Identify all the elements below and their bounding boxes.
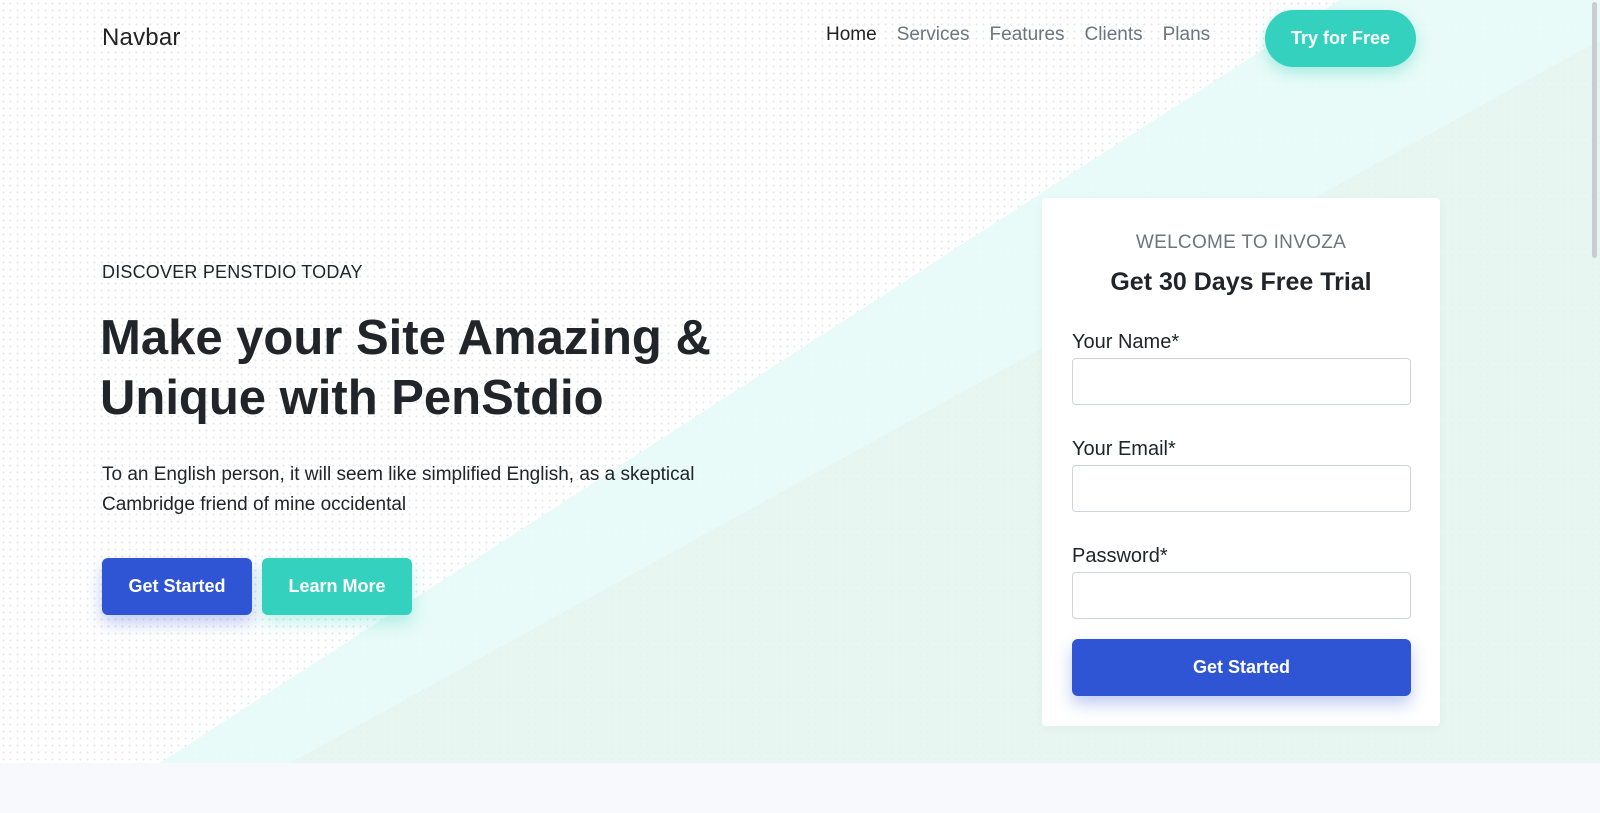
brand-logo[interactable]: Navbar <box>102 24 181 52</box>
nav-link-clients[interactable]: Clients <box>1085 22 1143 48</box>
scrollbar-thumb[interactable] <box>1592 2 1597 258</box>
name-field[interactable] <box>1072 358 1411 405</box>
nav-link-home[interactable]: Home <box>826 22 877 48</box>
name-field-label: Your Name* <box>1072 331 1180 353</box>
next-section <box>0 763 1589 813</box>
hero-lead: To an English person, it will seem like … <box>102 464 695 515</box>
card-get-started-button[interactable]: Get Started <box>1072 639 1411 696</box>
password-field[interactable] <box>1072 572 1411 619</box>
email-field-label: Your Email* <box>1072 438 1176 460</box>
email-field[interactable] <box>1072 465 1411 512</box>
nav-link-plans[interactable]: Plans <box>1163 22 1211 48</box>
hero-eyebrow: DISCOVER PENSTDIO TODAY <box>102 262 363 282</box>
nav-link-services[interactable]: Services <box>897 22 970 48</box>
nav-link-features[interactable]: Features <box>990 22 1065 48</box>
try-for-free-button[interactable]: Try for Free <box>1265 10 1416 67</box>
hero-headline: Make your Site Amazing & Unique with Pen… <box>100 311 711 425</box>
card-eyebrow: WELCOME TO INVOZA <box>1135 232 1347 253</box>
page-scrollbar[interactable] <box>1589 0 1600 813</box>
navbar: Navbar Home Services Features Clients Pl… <box>0 0 1600 78</box>
get-started-button[interactable]: Get Started <box>102 558 252 615</box>
password-field-label: Password* <box>1072 545 1168 567</box>
nav-links: Home Services Features Clients Plans <box>826 22 1230 48</box>
signup-card: WELCOME TO INVOZA Get 30 Days Free Trial… <box>1042 198 1440 726</box>
card-title: Get 30 Days Free Trial <box>1110 268 1372 296</box>
learn-more-button[interactable]: Learn More <box>262 558 412 615</box>
hero-section: Navbar Home Services Features Clients Pl… <box>0 0 1600 763</box>
